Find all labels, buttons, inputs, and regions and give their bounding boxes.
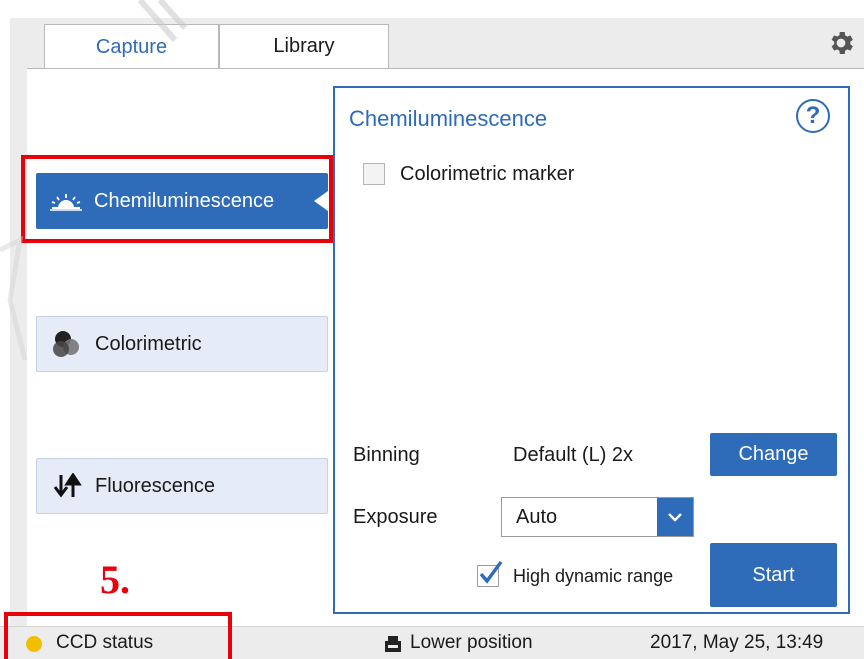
exposure-label: Exposure <box>353 506 438 528</box>
hdr-label: High dynamic range <box>513 566 674 586</box>
tray-position-text: Lower position <box>410 632 533 653</box>
annotation-number: 5. <box>100 557 130 602</box>
mode-colorimetric-label: Colorimetric <box>95 332 202 355</box>
tab-capture[interactable]: Capture <box>44 24 219 70</box>
chevron-down-icon[interactable] <box>657 498 693 536</box>
tab-library[interactable]: Library <box>219 24 389 68</box>
mode-fluorescence-button[interactable]: Fluorescence <box>36 458 328 514</box>
mode-fluorescence-label: Fluorescence <box>95 474 216 497</box>
datetime: 2017, May 25, 13:49 <box>650 632 824 653</box>
annotation-highlight-mode <box>21 155 333 243</box>
start-button[interactable]: Start <box>710 543 837 607</box>
change-binning-button[interactable]: Change <box>710 433 837 476</box>
gear-icon[interactable] <box>826 28 856 58</box>
hdr-checkbox[interactable] <box>477 560 503 587</box>
exposure-select-value: Auto <box>516 506 558 528</box>
exposure-select[interactable]: Auto <box>501 497 694 537</box>
tray-position-icon <box>385 636 401 652</box>
panel-title: Chemiluminescence <box>349 106 548 131</box>
annotation-highlight-status <box>4 612 232 659</box>
checkmark-icon <box>479 560 503 584</box>
up-down-arrows-icon <box>47 471 87 501</box>
colorimetric-marker-label: Colorimetric marker <box>400 163 575 185</box>
chemiluminescence-panel: Chemiluminescence ? Colorimetric marker … <box>333 86 850 614</box>
binning-value: Default (L) 2x <box>513 444 634 466</box>
colorimetric-marker-checkbox[interactable] <box>363 163 385 185</box>
mode-colorimetric-button[interactable]: Colorimetric <box>36 316 328 372</box>
color-circles-icon <box>47 329 87 359</box>
binning-label: Binning <box>353 444 420 466</box>
help-button[interactable]: ? <box>796 99 830 133</box>
